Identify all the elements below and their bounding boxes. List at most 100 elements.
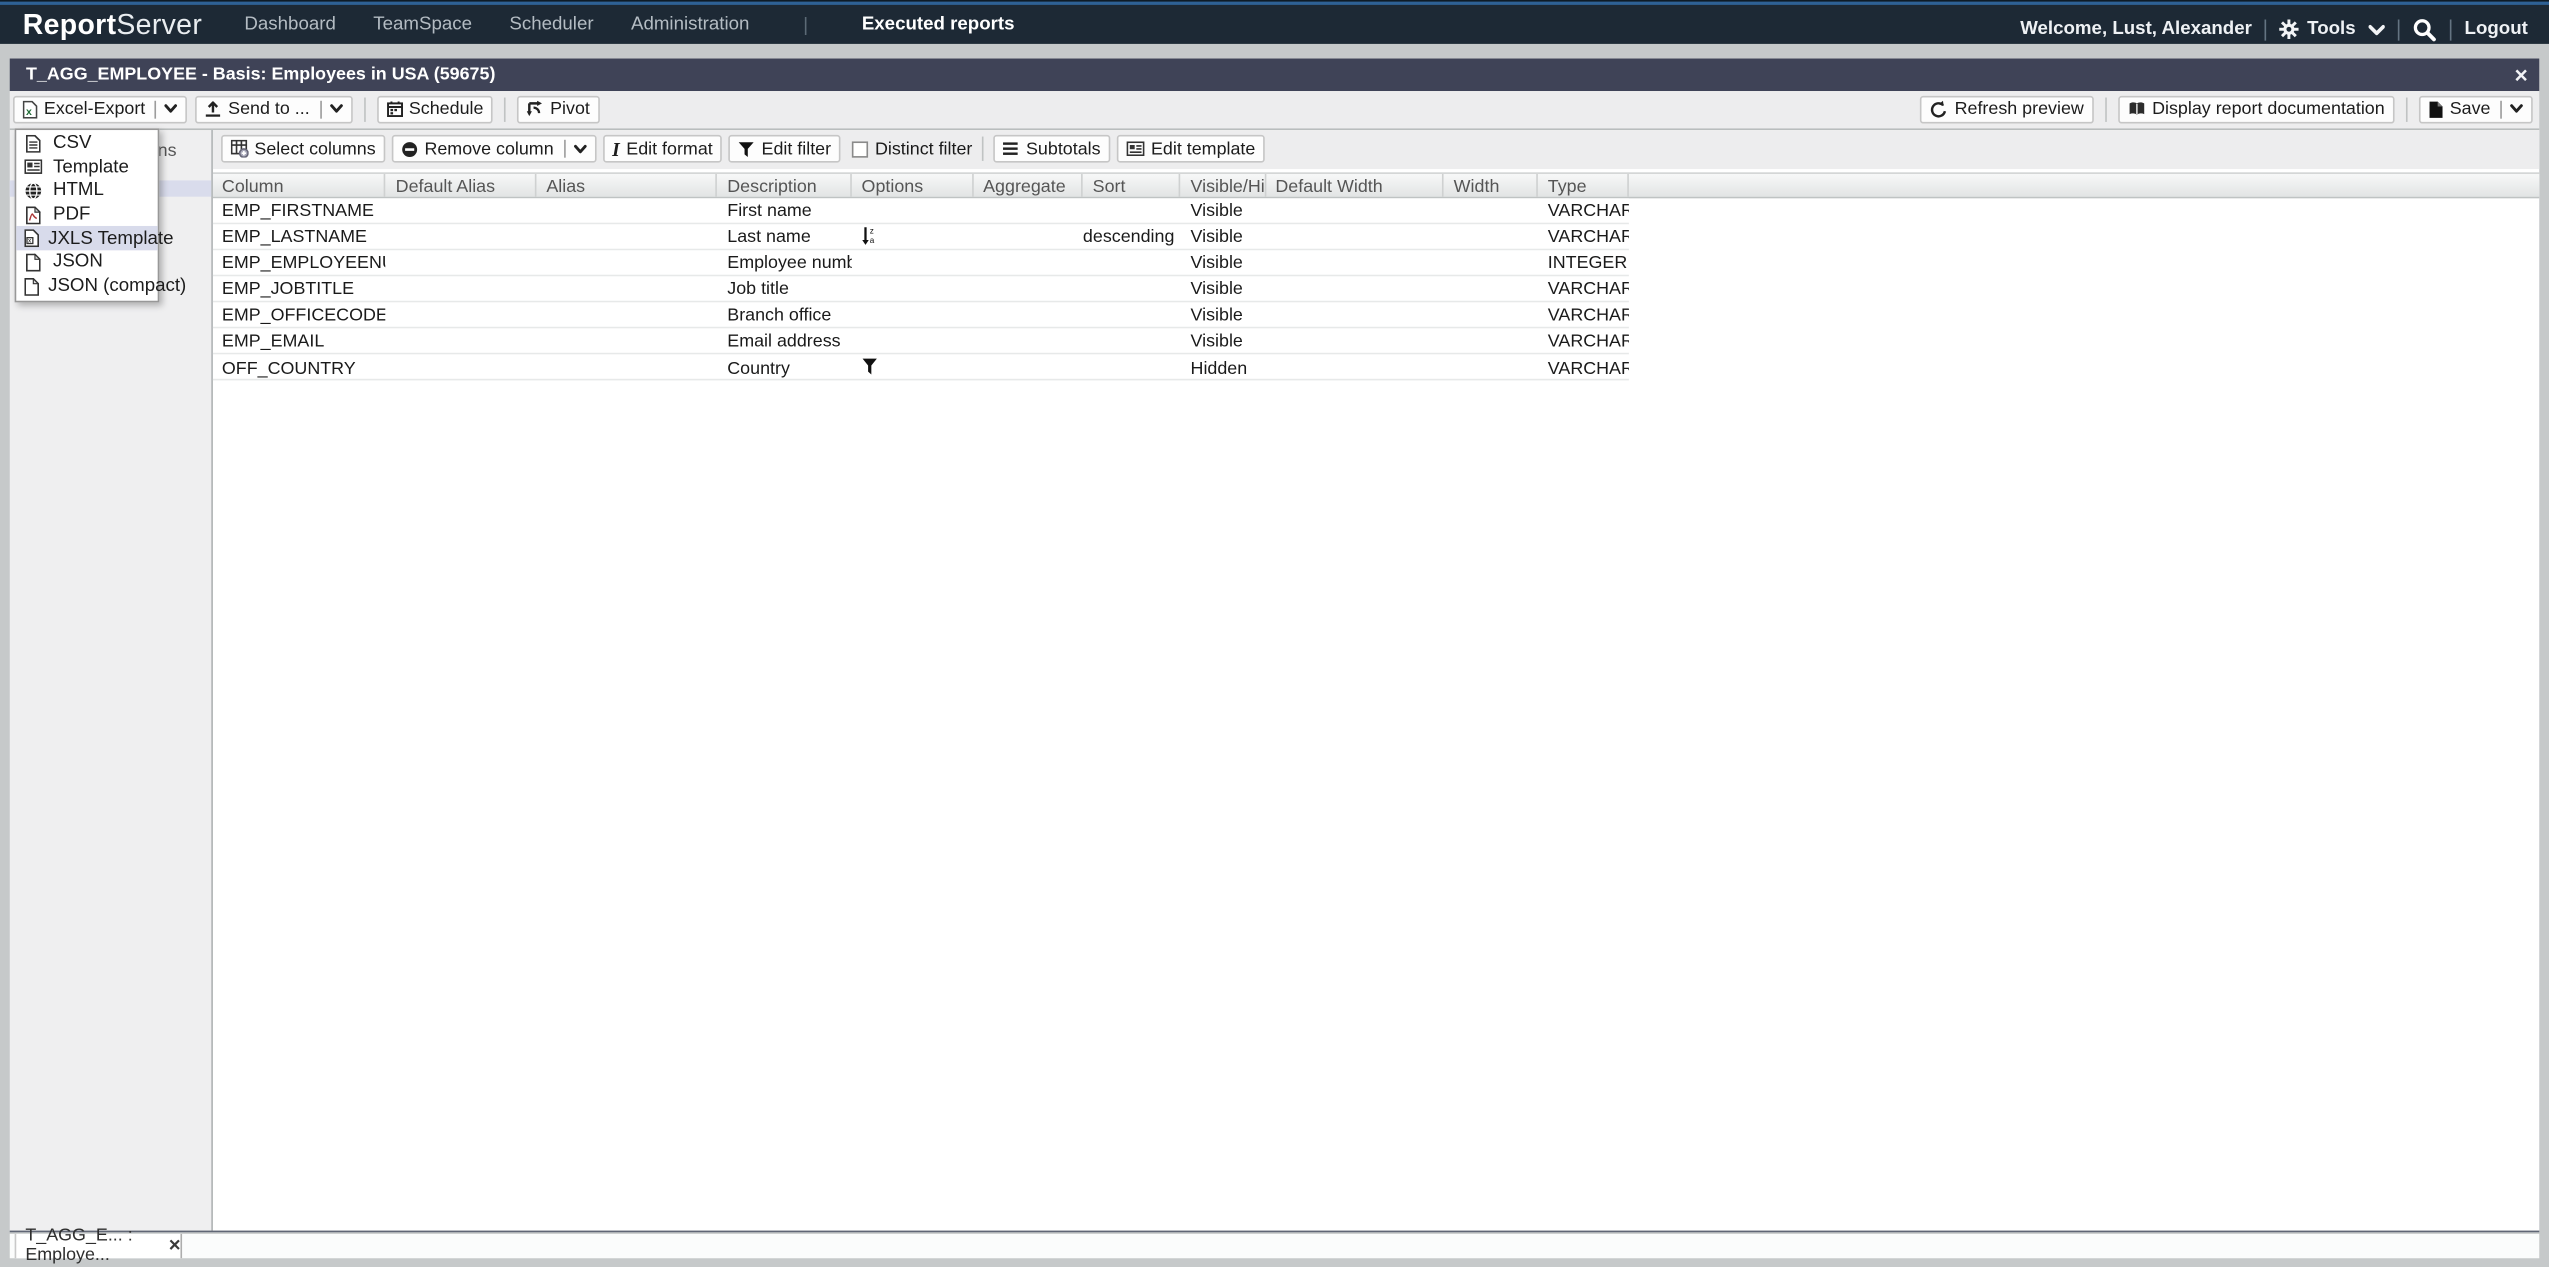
- top-right-menu: Welcome, Lust, Alexander: [2020, 10, 2528, 49]
- file-icon: [24, 277, 39, 295]
- minus-circle-icon: [402, 141, 418, 157]
- chevron-down-icon: [573, 144, 586, 154]
- save-file-icon: [2429, 100, 2444, 118]
- chevron-down-icon: [165, 104, 178, 114]
- list-lines-icon: [1003, 142, 1019, 157]
- svg-text:x: x: [26, 105, 32, 117]
- table-row[interactable]: EMP_FIRSTNAME First name Visible VARCHAR: [212, 198, 1629, 224]
- excel-export-button[interactable]: x Excel-Export: [13, 96, 188, 123]
- excel-export-dropdown-menu: CSV Template HTML PDF x JXLS Template: [14, 128, 160, 302]
- distinct-filter-toggle[interactable]: Distinct filter: [847, 139, 972, 159]
- subtotals-button[interactable]: Subtotals: [993, 135, 1110, 163]
- chevron-down-icon[interactable]: [2369, 24, 2385, 35]
- chevron-down-icon: [329, 104, 342, 114]
- excel-file-icon: x: [23, 100, 38, 118]
- nav-item-executed-reports[interactable]: Executed reports: [862, 15, 1015, 35]
- menu-item-csv[interactable]: CSV: [16, 131, 159, 155]
- filter-funnel-icon: [739, 141, 755, 157]
- template-icon: [24, 160, 44, 175]
- grid-header-aggregate[interactable]: Aggregate: [973, 174, 1083, 197]
- tools-menu[interactable]: Tools: [2280, 20, 2356, 40]
- pivot-icon: [527, 101, 543, 117]
- menu-item-html[interactable]: HTML: [16, 179, 159, 203]
- grid-header-sort[interactable]: Sort: [1083, 174, 1181, 197]
- file-icon: [24, 254, 44, 272]
- report-tab[interactable]: T_AGG_E... : Employe... ×: [14, 1233, 182, 1258]
- excel-file-icon: x: [24, 230, 39, 248]
- upload-icon: [205, 101, 221, 117]
- grid-header-filler: [1629, 174, 2539, 197]
- distinct-filter-checkbox[interactable]: [852, 141, 868, 157]
- grid-header-default-alias[interactable]: Default Alias: [386, 174, 537, 197]
- send-to-button[interactable]: Send to ...: [196, 96, 352, 123]
- refresh-icon: [1930, 100, 1948, 118]
- grid-header-options[interactable]: Options: [852, 174, 974, 197]
- edit-template-button[interactable]: Edit template: [1117, 135, 1265, 163]
- open-reports-tab-bar: T_AGG_E... : Employe... ×: [10, 1233, 2539, 1258]
- grid-header-type[interactable]: Type: [1538, 174, 1629, 197]
- report-title-bar: T_AGG_EMPLOYEE - Basis: Employees in USA…: [10, 58, 2539, 91]
- nav-item-administration[interactable]: Administration: [631, 15, 749, 35]
- pdf-file-icon: [24, 206, 44, 224]
- grid-header-visible-hidden[interactable]: Visible/Hi...: [1181, 174, 1266, 197]
- menu-item-pdf[interactable]: PDF: [16, 203, 159, 227]
- edit-filter-button[interactable]: Edit filter: [729, 135, 841, 163]
- reportserver-logo[interactable]: ReportServer: [23, 7, 202, 41]
- nav-item-dashboard[interactable]: Dashboard: [244, 15, 335, 35]
- gear-icon: [2280, 20, 2300, 40]
- svg-text:a: a: [870, 237, 875, 246]
- nav-separator: |: [803, 13, 808, 36]
- template-card-icon: [1127, 142, 1145, 157]
- welcome-user-label: Welcome, Lust, Alexander: [2020, 20, 2252, 40]
- select-columns-button[interactable]: Select columns: [220, 135, 385, 163]
- menu-item-template[interactable]: Template: [16, 155, 159, 179]
- filter-icon: [862, 357, 974, 375]
- nav-item-scheduler[interactable]: Scheduler: [509, 15, 593, 35]
- report-toolbar: x Excel-Export Send to ...: [10, 90, 2539, 130]
- logout-link[interactable]: Logout: [2465, 20, 2528, 40]
- book-icon: [2128, 101, 2146, 117]
- main-nav: Dashboard TeamSpace Scheduler Administra…: [244, 13, 1014, 36]
- remove-column-button[interactable]: Remove column: [392, 135, 596, 163]
- close-tab-icon[interactable]: ×: [169, 1238, 181, 1254]
- menu-item-json[interactable]: JSON: [16, 251, 159, 275]
- grid-header-row: Column Default Alias Alias Description O…: [212, 172, 2539, 198]
- table-row[interactable]: EMP_EMAIL Email address Visible VARCHAR: [212, 329, 1629, 355]
- display-report-documentation-button[interactable]: Display report documentation: [2118, 96, 2394, 123]
- sidebar-partial-label: ns: [158, 141, 177, 161]
- grid-header-width[interactable]: Width: [1444, 174, 1538, 197]
- csv-file-icon: [24, 134, 44, 152]
- schedule-button[interactable]: Schedule: [376, 96, 493, 123]
- pivot-button[interactable]: Pivot: [518, 96, 600, 123]
- grid-header-default-width[interactable]: Default Width: [1266, 174, 1444, 197]
- column-grid: EMP_FIRSTNAME First name Visible VARCHAR…: [212, 198, 1629, 381]
- nav-item-teamspace[interactable]: TeamSpace: [373, 15, 472, 35]
- close-report-icon[interactable]: ×: [2515, 61, 2528, 87]
- top-navigation-bar: ReportServer Dashboard TeamSpace Schedul…: [0, 0, 2549, 44]
- column-config-panel: Select columns Remove column I Edit form…: [212, 130, 2539, 1231]
- menu-item-json-compact[interactable]: JSON (compact): [16, 274, 159, 298]
- table-row[interactable]: EMP_EMPLOYEENUMB... Employee number Visi…: [212, 250, 1629, 276]
- table-row[interactable]: EMP_JOBTITLE Job title Visible VARCHAR: [212, 276, 1629, 302]
- menu-item-jxls-template[interactable]: x JXLS Template: [16, 227, 159, 251]
- report-server-app: ReportServer Dashboard TeamSpace Schedul…: [0, 0, 2549, 1267]
- search-icon[interactable]: [2413, 17, 2437, 41]
- refresh-preview-button[interactable]: Refresh preview: [1920, 96, 2093, 123]
- save-button[interactable]: Save: [2419, 96, 2533, 123]
- table-row[interactable]: EMP_OFFICECODE Branch office Visible VAR…: [212, 303, 1629, 329]
- globe-icon: [24, 182, 44, 200]
- report-title: T_AGG_EMPLOYEE - Basis: Employees in USA…: [26, 64, 495, 84]
- grid-header-alias[interactable]: Alias: [537, 174, 718, 197]
- grid-header-description[interactable]: Description: [718, 174, 852, 197]
- italic-format-icon: I: [612, 141, 620, 157]
- table-row[interactable]: OFF_COUNTRY Country Hidden VARCHAR: [212, 355, 1629, 381]
- table-row[interactable]: EMP_LASTNAME Last name za descending Vis…: [212, 224, 1629, 250]
- list-config-toolbar: Select columns Remove column I Edit form…: [212, 130, 2539, 168]
- edit-format-button[interactable]: I Edit format: [602, 135, 722, 163]
- table-add-icon: [230, 140, 248, 158]
- calendar-icon: [386, 101, 402, 117]
- chevron-down-icon: [2510, 104, 2523, 114]
- sort-descending-icon: za: [862, 227, 974, 247]
- grid-header-column[interactable]: Column: [212, 174, 386, 197]
- svg-text:z: z: [870, 227, 874, 236]
